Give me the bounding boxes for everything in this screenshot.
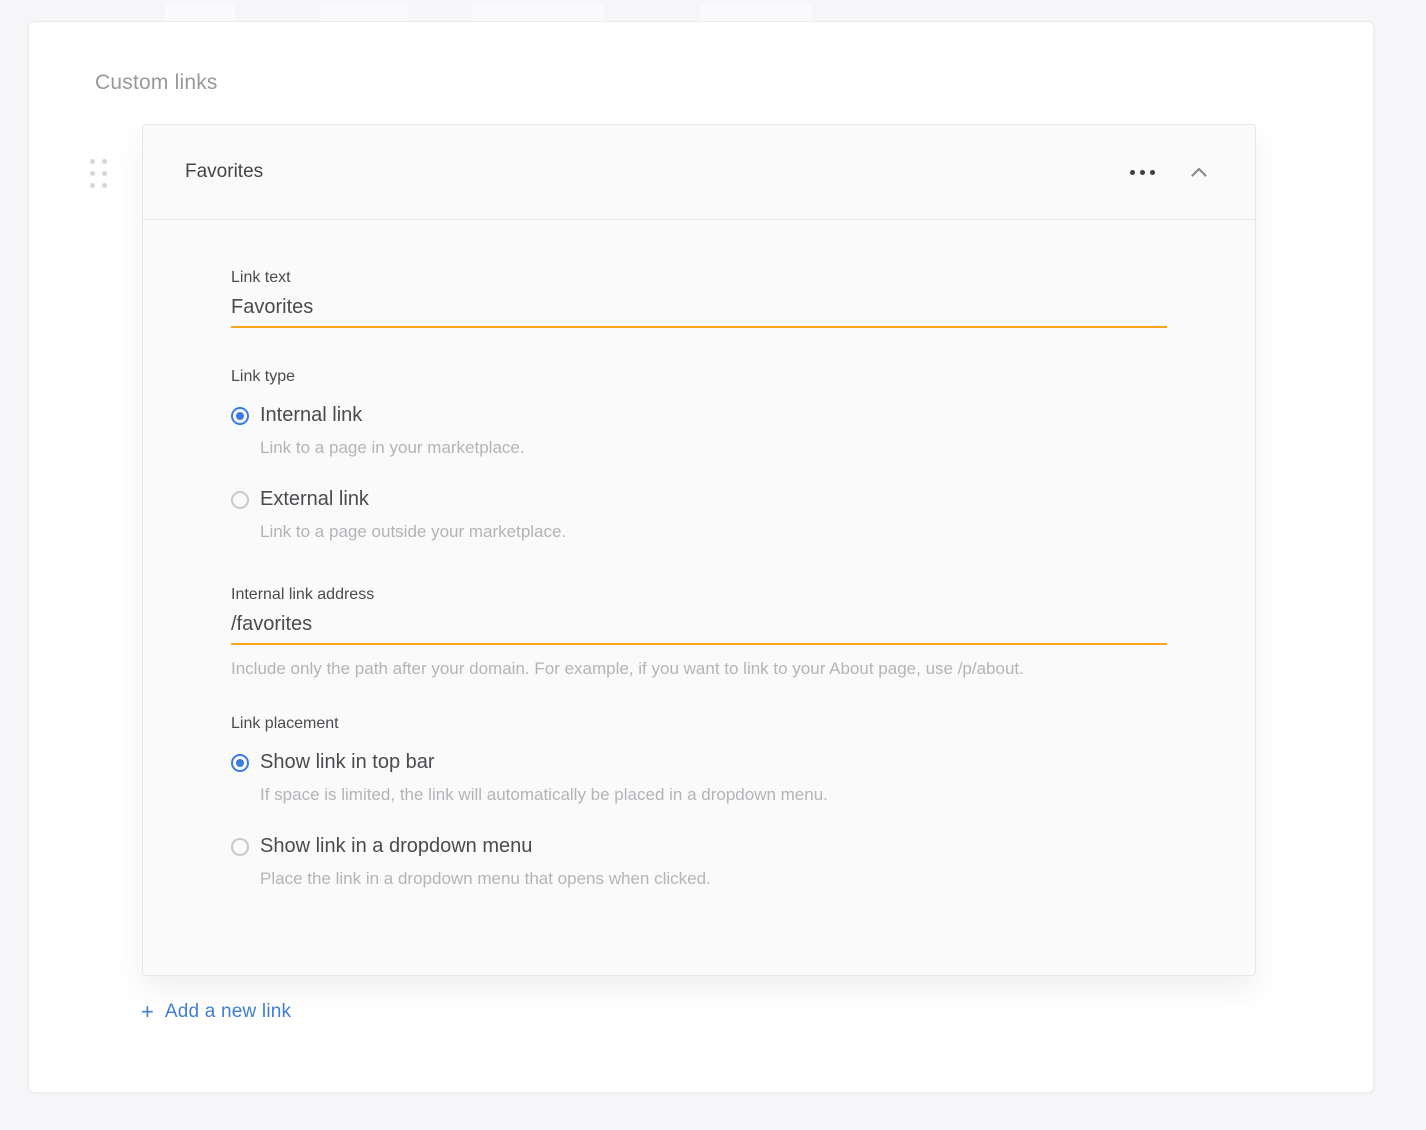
radio-help-text: Link to a page outside your marketplace. [260,522,1167,542]
custom-link-card: Favorites Link text Link type [142,124,1256,976]
internal-link-address-input[interactable] [231,613,1167,645]
card-title: Favorites [185,161,263,183]
ghost-tab [472,4,604,21]
radio-icon[interactable] [231,407,249,425]
top-strip [0,0,1426,21]
radio-label[interactable]: Show link in a dropdown menu [260,835,532,858]
page-title: Custom links [95,71,218,95]
radio-option-top-bar: Show link in top bar If space is limited… [231,751,1167,805]
drag-handle-icon[interactable] [90,159,107,188]
radio-option-internal-link: Internal link Link to a page in your mar… [231,404,1167,458]
link-type-label: Link type [231,368,1167,386]
external-link-radio-row[interactable]: External link [231,488,1167,511]
dropdown-menu-radio-row[interactable]: Show link in a dropdown menu [231,835,1167,858]
ghost-tab [320,4,408,21]
link-text-input[interactable] [231,296,1167,328]
radio-icon[interactable] [231,491,249,509]
chevron-up-icon[interactable] [1187,163,1211,181]
radio-help-text: Link to a page in your marketplace. [260,438,1167,458]
add-new-link-label: Add a new link [165,1001,291,1023]
radio-label[interactable]: Show link in top bar [260,751,435,774]
add-new-link-button[interactable]: + Add a new link [141,1001,291,1023]
radio-label[interactable]: Internal link [260,404,362,427]
ghost-tab [700,4,812,21]
radio-option-dropdown-menu: Show link in a dropdown menu Place the l… [231,835,1167,889]
link-placement-group: Link placement Show link in top bar If s… [231,715,1167,889]
radio-icon[interactable] [231,754,249,772]
radio-icon[interactable] [231,838,249,856]
ellipsis-icon[interactable] [1128,166,1157,179]
top-bar-radio-row[interactable]: Show link in top bar [231,751,1167,774]
card-body: Link text Link type Internal link Link t… [143,220,1255,889]
ghost-tab [165,4,235,21]
link-type-group: Link type Internal link Link to a page i… [231,368,1167,542]
internal-link-address-label: Internal link address [231,586,1167,604]
radio-option-external-link: External link Link to a page outside you… [231,488,1167,542]
radio-help-text: Place the link in a dropdown menu that o… [260,869,1167,889]
link-text-field: Link text [231,269,1167,328]
internal-link-address-field: Internal link address Include only the p… [231,586,1167,679]
radio-help-text: If space is limited, the link will autom… [260,785,1167,805]
radio-label[interactable]: External link [260,488,369,511]
card-header: Favorites [143,125,1255,220]
plus-icon: + [141,1001,154,1023]
link-placement-label: Link placement [231,715,1167,733]
link-text-label: Link text [231,269,1167,287]
internal-link-radio-row[interactable]: Internal link [231,404,1167,427]
custom-links-panel: Custom links Favorites Link text Link [28,21,1374,1093]
internal-link-address-help: Include only the path after your domain.… [231,659,1167,679]
